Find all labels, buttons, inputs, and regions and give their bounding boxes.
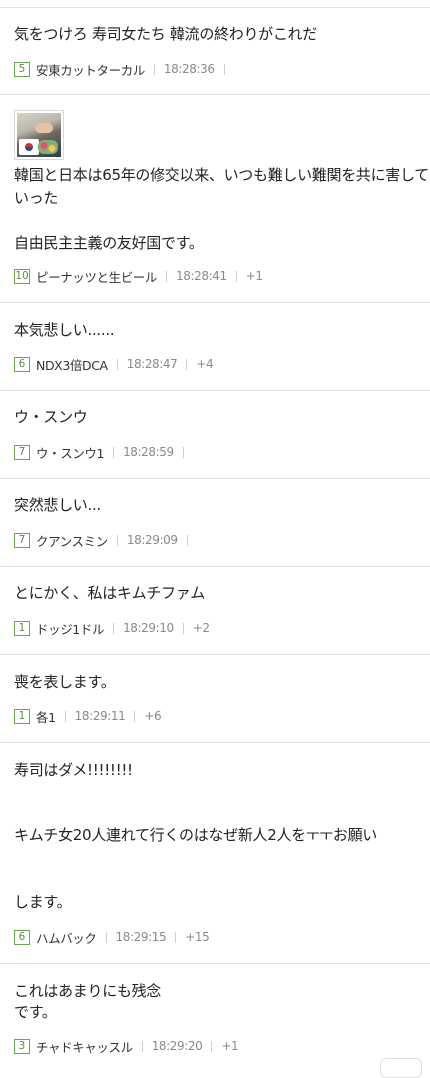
comment-time: 18:28:41	[176, 269, 227, 283]
comment-divider	[0, 302, 430, 303]
comment-divider	[0, 742, 430, 743]
author-name[interactable]: ハムバック	[36, 928, 97, 947]
scroll-top-button[interactable]	[380, 1058, 422, 1078]
comment-time: 18:28:59	[123, 445, 174, 459]
comment-text: 寿司はダメ!!!!!!!!	[14, 761, 133, 779]
vote-count-badge[interactable]: 6	[14, 356, 30, 372]
meta-divider	[153, 63, 155, 75]
author-name[interactable]: NDX3倍DCA	[36, 355, 108, 374]
reply-count[interactable]: +15	[185, 930, 210, 944]
meta-divider	[141, 1040, 143, 1052]
author-name[interactable]: チャドキャッスル	[36, 1037, 133, 1056]
comment-meta: 5 安東カットターカル 18:28:36	[14, 60, 234, 79]
comment-text: ウ・スンウ	[14, 408, 88, 426]
meta-divider	[113, 622, 115, 634]
photo-thumbnail-icon[interactable]	[14, 110, 64, 160]
author-name[interactable]: クアンスミン	[36, 531, 108, 550]
comment-meta: 6 ハムバック 18:29:15 +15	[14, 928, 210, 947]
comment-time: 18:29:10	[123, 621, 174, 635]
comment-meta: 7 ウ・スンウ1 18:28:59	[14, 443, 193, 462]
comment-divider	[0, 94, 430, 95]
author-name[interactable]: ピーナッツと生ビール	[36, 267, 157, 286]
meta-divider	[116, 534, 118, 546]
reply-count[interactable]: +1	[246, 269, 263, 283]
comment-divider	[0, 963, 430, 964]
comment-text: 気をつけろ 寿司女たち 韓流の終わりがこれだ	[14, 25, 317, 43]
vote-count-badge[interactable]: 1	[14, 708, 30, 724]
meta-divider	[116, 358, 118, 370]
reply-count[interactable]: +1	[221, 1039, 238, 1053]
vote-count-badge[interactable]: 6	[14, 929, 30, 945]
author-name[interactable]: 各1	[36, 707, 56, 726]
meta-divider	[105, 931, 107, 943]
comment-divider	[0, 654, 430, 655]
meta-divider	[186, 358, 188, 370]
vote-count-badge[interactable]: 7	[14, 532, 30, 548]
vote-count-badge[interactable]: 1	[14, 620, 30, 636]
previous-comment-edge	[0, 0, 430, 8]
vote-count-badge[interactable]: 7	[14, 444, 30, 460]
meta-divider	[175, 931, 177, 943]
meta-divider	[211, 1040, 213, 1052]
author-name[interactable]: ウ・スンウ1	[36, 443, 104, 462]
comment-text: 韓国と日本は65年の修交以来、いつも難しい難関を共に害して	[14, 166, 429, 184]
meta-divider	[182, 622, 184, 634]
meta-divider	[134, 710, 136, 722]
author-name[interactable]: ドッジ1ドル	[36, 619, 104, 638]
reply-count[interactable]: +4	[196, 357, 213, 371]
comment-text: キムチ女20人連れて行くのはなぜ新人2人をㅜㅜお願い	[14, 826, 377, 844]
comment-meta: 6 NDX3倍DCA 18:28:47 +4	[14, 355, 214, 374]
comment-text: 喪を表します。	[14, 673, 116, 691]
comment-divider	[0, 478, 430, 479]
meta-divider	[235, 270, 237, 282]
comment-divider	[0, 390, 430, 391]
comment-text: いった	[14, 189, 59, 207]
meta-divider	[166, 270, 168, 282]
vote-count-badge[interactable]: 10	[14, 268, 30, 284]
comment-meta: 1 ドッジ1ドル 18:29:10 +2	[14, 619, 210, 638]
meta-divider	[223, 63, 225, 75]
comment-meta: 10 ピーナッツと生ビール 18:28:41 +1	[14, 267, 263, 286]
comment-text: これはあまりにも残念	[14, 982, 162, 1000]
author-name[interactable]: 安東カットターカル	[36, 60, 145, 79]
vote-count-badge[interactable]: 5	[14, 61, 30, 77]
comment-meta: 3 チャドキャッスル 18:29:20 +1	[14, 1037, 239, 1056]
comment-text: します。	[14, 893, 72, 911]
reply-count[interactable]: +6	[144, 709, 161, 723]
comment-time: 18:29:15	[115, 930, 167, 944]
comment-text: 本気悲しい......	[14, 321, 115, 339]
comment-text: です。	[14, 1003, 57, 1021]
meta-divider	[186, 534, 188, 546]
comment-divider	[0, 566, 430, 567]
comment-text: とにかく、私はキムチファム	[14, 584, 206, 602]
comment-text: 突然悲しい...	[14, 496, 101, 514]
comment-meta: 7 クアンスミン 18:29:09	[14, 531, 197, 550]
comment-time: 18:29:11	[74, 709, 126, 723]
meta-divider	[113, 446, 115, 458]
comment-text: 自由民主主義の友好国です。	[14, 234, 204, 252]
comment-time: 18:28:47	[126, 357, 178, 371]
vote-count-badge[interactable]: 3	[14, 1038, 30, 1054]
comment-meta: 1 各1 18:29:11 +6	[14, 707, 162, 726]
comment-time: 18:28:36	[163, 62, 215, 76]
comment-time: 18:29:09	[126, 533, 178, 547]
meta-divider	[182, 446, 184, 458]
meta-divider	[64, 710, 66, 722]
reply-count[interactable]: +2	[193, 621, 210, 635]
comment-time: 18:29:20	[151, 1039, 203, 1053]
